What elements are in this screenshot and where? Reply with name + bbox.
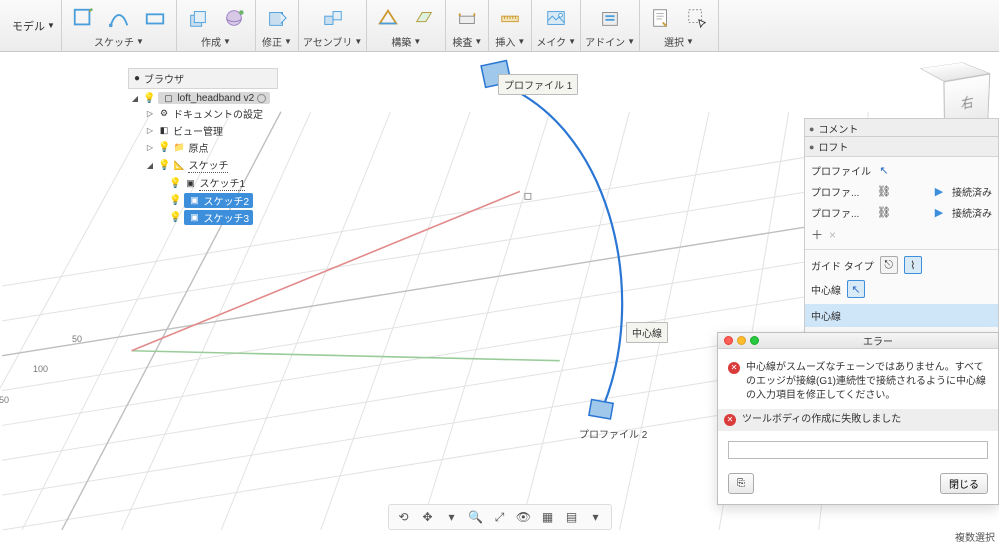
status-bar: 複数選択: [955, 529, 995, 544]
chain-icon[interactable]: ⛓: [877, 185, 891, 199]
tb-create-label[interactable]: 作成▼: [201, 34, 231, 49]
tb-insert-label[interactable]: 挿入▼: [495, 34, 525, 49]
tb-construct: 構築▼: [367, 0, 446, 51]
profile2-label: プロファイル 2: [574, 424, 652, 443]
window-controls[interactable]: [724, 336, 759, 345]
loft-head[interactable]: ●ロフト: [805, 137, 998, 157]
views-icon[interactable]: ▾: [587, 508, 605, 526]
guide-type-option1[interactable]: ⎋: [880, 256, 898, 274]
browser-panel: ●ブラウザ ◢💡 ▢loft_headband v2 ▷⚙ドキュメントの設定 ▷…: [128, 68, 278, 228]
measure-icon[interactable]: [493, 4, 527, 32]
menu-icon[interactable]: ▾: [443, 508, 461, 526]
chevron-down-icon: ▼: [47, 21, 55, 30]
tree-item[interactable]: ▷💡📁原点: [128, 139, 278, 156]
guide-type-row: ガイド タイプ ⎋ ⌇: [811, 256, 992, 274]
tb-modify: 修正▼: [256, 0, 299, 51]
tb-sketch-label[interactable]: スケッチ▼: [94, 34, 144, 49]
error-message: ✕ 中心線がスムーズなチェーンではありません。すべてのエッジが接線(G1)連続性…: [728, 361, 988, 403]
tree-item[interactable]: ◢💡📐スケッチ: [128, 156, 278, 174]
tb-make: メイク▼: [532, 0, 581, 51]
profile-header: プロファイル↖: [811, 163, 992, 178]
connected-icon: ▶: [932, 206, 946, 220]
browser-title[interactable]: ●ブラウザ: [128, 68, 278, 89]
x-icon: ×: [829, 228, 836, 242]
tree-item[interactable]: ▷◧ビュー管理: [128, 122, 278, 139]
model-label: モデル: [12, 18, 45, 34]
model-menu[interactable]: モデル▼: [6, 0, 62, 51]
axis-mark: 50: [72, 334, 82, 344]
tb-select-label[interactable]: 選択▼: [664, 34, 694, 49]
axis-mark: 100: [33, 364, 48, 374]
grid-icon[interactable]: ▤: [563, 508, 581, 526]
profile-row[interactable]: プロファ... ⛓ ▶ 接続済み: [811, 184, 992, 199]
tb-select: 選択▼: [640, 0, 719, 51]
tb-inspect-label[interactable]: 検査▼: [452, 34, 482, 49]
inspect-icon[interactable]: [450, 4, 484, 32]
close-icon: [724, 336, 733, 345]
tb-assembly-label[interactable]: アセンブリ▼: [303, 34, 362, 49]
zoom-icon[interactable]: 🔍: [467, 508, 485, 526]
centerline-pointer[interactable]: ↖: [847, 280, 865, 298]
tb-insert: 挿入▼: [489, 0, 532, 51]
error-titlebar[interactable]: エラー: [718, 333, 998, 349]
display-icon[interactable]: ▦: [539, 508, 557, 526]
extrude-icon[interactable]: [181, 4, 215, 32]
loft-panel: ●ロフト プロファイル↖ プロファ... ⛓ ▶ 接続済み プロファ... ⛓ …: [804, 136, 999, 357]
pointer-icon[interactable]: ↖: [877, 164, 891, 178]
copy-button[interactable]: ⎘: [728, 473, 754, 494]
connected-icon: ▶: [932, 185, 946, 199]
profile-row[interactable]: プロファ... ⛓ ▶ 接続済み: [811, 205, 992, 220]
plane-icon[interactable]: [407, 4, 441, 32]
tb-make-label[interactable]: メイク▼: [536, 34, 576, 49]
tree-item[interactable]: 💡▣スケッチ3: [128, 209, 278, 226]
select-icon[interactable]: [680, 4, 714, 32]
add-remove-profile[interactable]: ＋×: [811, 226, 992, 243]
tb-assembly: アセンブリ▼: [299, 0, 367, 51]
centerline-list[interactable]: 中心線: [805, 304, 998, 327]
pan-icon[interactable]: ✥: [419, 508, 437, 526]
sphere-icon[interactable]: [217, 4, 251, 32]
tb-create: 作成▼: [177, 0, 256, 51]
main-toolbar: モデル▼ スケッチ▼ 作成▼ 修正▼ アセンブリ▼ 構築▼ 検査▼: [0, 0, 999, 52]
tree-item[interactable]: ▷⚙ドキュメントの設定: [128, 105, 278, 122]
zoom-icon: [750, 336, 759, 345]
tree-item[interactable]: 💡▣スケッチ1: [128, 174, 278, 192]
tb-addin: アドイン▼: [581, 0, 640, 51]
tb-construct-label[interactable]: 構築▼: [391, 34, 421, 49]
tb-addin-label[interactable]: アドイン▼: [585, 34, 635, 49]
construct-icon[interactable]: [371, 4, 405, 32]
profile1-label: プロファイル 1: [498, 74, 578, 95]
error-dialog: エラー ✕ 中心線がスムーズなチェーンではありません。すべてのエッジが接線(G1…: [717, 332, 999, 505]
error-icon: ✕: [728, 362, 740, 374]
addin-icon[interactable]: [593, 4, 627, 32]
chain-icon[interactable]: ⛓: [877, 206, 891, 220]
tb-inspect: 検査▼: [446, 0, 489, 51]
modify-icon[interactable]: [260, 4, 294, 32]
error-message: ✕ ツールボディの作成に失敗しました: [724, 413, 992, 427]
error-icon: ✕: [724, 414, 736, 426]
nav-toolbar: ⟲ ✥ ▾ 🔍 ⤢ 👁 ▦ ▤ ▾: [388, 504, 612, 530]
centerline-select: 中心線 ↖: [811, 280, 992, 298]
fit-icon[interactable]: ⤢: [491, 508, 509, 526]
assembly-icon[interactable]: [316, 4, 350, 32]
orbit-icon[interactable]: ⟲: [395, 508, 413, 526]
rectangle-icon[interactable]: [138, 4, 172, 32]
close-button[interactable]: 閉じる: [940, 473, 988, 494]
sketch-icon[interactable]: [66, 4, 100, 32]
tb-modify-label[interactable]: 修正▼: [262, 34, 292, 49]
plus-icon: ＋: [811, 226, 823, 243]
line-icon[interactable]: [102, 4, 136, 32]
image-icon[interactable]: [539, 4, 573, 32]
error-input[interactable]: [728, 441, 988, 459]
centerline-label: 中心線: [626, 322, 668, 343]
tb-sketch: スケッチ▼: [62, 0, 177, 51]
script-icon[interactable]: [644, 4, 678, 32]
minimize-icon: [737, 336, 746, 345]
tree-root[interactable]: ◢💡 ▢loft_headband v2: [128, 91, 278, 105]
error-title: エラー: [764, 333, 992, 348]
guide-type-option2[interactable]: ⌇: [904, 256, 922, 274]
tree-item[interactable]: 💡▣スケッチ2: [128, 192, 278, 209]
look-icon[interactable]: 👁: [515, 508, 533, 526]
axis-mark: 150: [0, 395, 9, 405]
